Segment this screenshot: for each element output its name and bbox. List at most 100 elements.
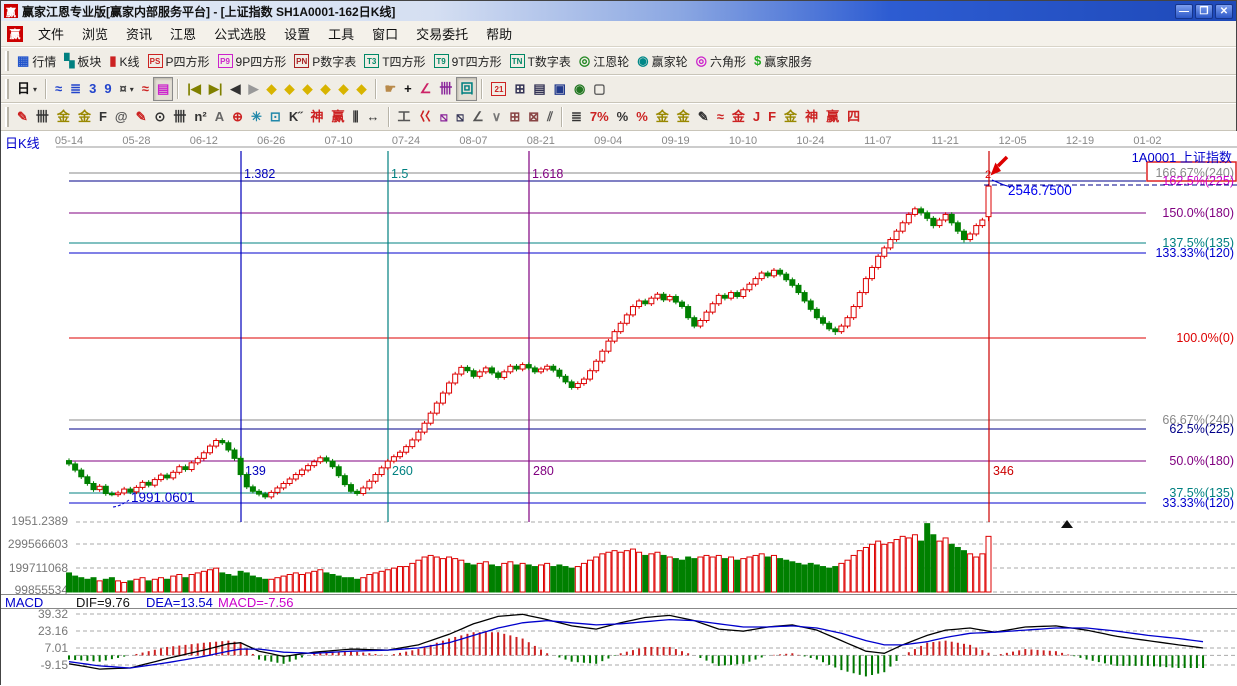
red-pen2-icon[interactable]: ✎ xyxy=(132,105,151,129)
angle-lines-icon[interactable]: ∠ xyxy=(468,105,488,129)
t9-square-button[interactable]: T99T四方形 xyxy=(430,49,506,73)
quotes-button[interactable]: ▦行情 xyxy=(13,49,60,73)
memo-icon[interactable]: ▤ xyxy=(529,77,549,101)
workstation-icon[interactable]: ▢ xyxy=(589,77,609,101)
minimize-button[interactable]: — xyxy=(1175,4,1193,19)
indicator-cycle-selector[interactable]: ¤▾ xyxy=(116,77,138,101)
toolbar-grip[interactable] xyxy=(5,51,9,71)
k-marks-icon[interactable]: K˝ xyxy=(285,105,307,129)
si-angle-icon[interactable]: 四 xyxy=(843,105,864,129)
kline-period-selector[interactable]: 日▾ xyxy=(13,77,41,101)
red-target-icon[interactable]: ⊕ xyxy=(228,105,247,129)
menu-item-6[interactable]: 工具 xyxy=(319,21,363,46)
menu-item-2[interactable]: 资讯 xyxy=(117,21,161,46)
save-icon[interactable]: ▣ xyxy=(550,77,570,101)
dark-fan-box-icon[interactable]: ⧅ xyxy=(452,105,468,129)
menu-item-8[interactable]: 交易委托 xyxy=(407,21,477,46)
menu-item-9[interactable]: 帮助 xyxy=(477,21,521,46)
chart-area[interactable]: 05-1405-2806-1206-2607-1007-2408-0708-21… xyxy=(1,131,1237,686)
gann-box-icon[interactable]: 工 xyxy=(394,105,415,129)
wave-v-icon[interactable]: ∨ xyxy=(488,105,506,129)
nine-charts-icon[interactable]: 9 xyxy=(100,77,115,101)
percent-icon[interactable]: % xyxy=(613,105,633,129)
shift-right-diamond-icon[interactable]: ◆ xyxy=(281,77,299,101)
first-page-icon[interactable]: |◀ xyxy=(183,77,205,101)
clock-cycle-icon[interactable]: ⊙ xyxy=(151,105,170,129)
toolbar-grip[interactable] xyxy=(5,107,9,127)
red-wave2-icon[interactable]: ≈ xyxy=(713,105,728,129)
calculator-icon[interactable]: ⊞ xyxy=(510,77,529,101)
gold-red-box-icon[interactable]: 金 xyxy=(728,105,749,129)
n-squared-icon[interactable]: n² xyxy=(190,105,210,129)
info-panel-icon[interactable]: ≣ xyxy=(66,77,85,101)
box-target-icon[interactable]: ⊡ xyxy=(266,105,285,129)
grid-arrow-icon[interactable]: ⊠ xyxy=(524,105,543,129)
next-bar-icon[interactable]: ▶ xyxy=(245,77,263,101)
smart-tool-icon[interactable]: 回 xyxy=(456,77,477,101)
kline-button[interactable]: ▮K线 xyxy=(105,49,143,73)
f-angle-icon[interactable]: F xyxy=(764,105,780,129)
winner-service-button[interactable]: $赢家服务 xyxy=(750,49,816,73)
compress-diamond-icon[interactable]: ◆ xyxy=(317,77,335,101)
p9-square-button[interactable]: P99P四方形 xyxy=(214,49,291,73)
t-number-table-button[interactable]: TNT数字表 xyxy=(506,49,575,73)
percent-lines-icon[interactable]: % xyxy=(632,105,652,129)
fold-angle-icon[interactable]: A xyxy=(211,105,228,129)
net-sync-icon[interactable]: ◉ xyxy=(570,77,589,101)
fence-icon[interactable]: 卌 xyxy=(32,105,53,129)
purple-fan-box-icon[interactable]: ⧅ xyxy=(436,105,452,129)
toolbar-grip[interactable] xyxy=(5,79,9,99)
red-fan-icon[interactable]: 巜 xyxy=(415,105,436,129)
menu-item-5[interactable]: 设置 xyxy=(275,21,319,46)
menu-item-7[interactable]: 窗口 xyxy=(363,21,407,46)
menu-item-3[interactable]: 江恩 xyxy=(161,21,205,46)
hexagon-button[interactable]: ◎六角形 xyxy=(692,49,750,73)
shen-angle-icon[interactable]: 神 xyxy=(801,105,822,129)
p-square-button[interactable]: PSP四方形 xyxy=(144,49,214,73)
ruler-123-icon[interactable]: ⫼ xyxy=(349,105,363,129)
color-histogram-icon[interactable]: ▤ xyxy=(153,77,173,101)
p-number-table-button[interactable]: PNP数字表 xyxy=(290,49,360,73)
width-arrow-icon[interactable]: ↔ xyxy=(363,105,384,129)
bars-scale-icon[interactable]: ≣ xyxy=(567,105,586,129)
angle-measure-icon[interactable]: ∠ xyxy=(416,77,436,101)
draw-pen-icon[interactable]: ✎ xyxy=(13,105,32,129)
maximize-button[interactable]: ❐ xyxy=(1195,4,1213,19)
f-fence-icon[interactable]: F xyxy=(95,105,111,129)
red-wave-icon[interactable]: ≈ xyxy=(138,77,153,101)
seven-percent-icon[interactable]: 7% xyxy=(586,105,613,129)
sectors-button[interactable]: ▚板块 xyxy=(60,49,105,73)
black-pen-icon[interactable]: ✎ xyxy=(694,105,713,129)
shift-left-diamond-icon[interactable]: ◆ xyxy=(263,77,281,101)
close-button[interactable]: ✕ xyxy=(1215,4,1233,19)
drag-hand-icon[interactable]: ☛ xyxy=(381,77,401,101)
expand-all-diamond-icon[interactable]: ◆ xyxy=(353,77,371,101)
star-target-icon[interactable]: ✳ xyxy=(247,105,266,129)
t-square-button[interactable]: T3T四方形 xyxy=(360,49,429,73)
crosshair-icon[interactable]: + xyxy=(400,77,416,101)
gold-angle-icon[interactable]: 金 xyxy=(780,105,801,129)
ying-fence-icon[interactable]: 赢 xyxy=(328,105,349,129)
expand-horizontal-diamond-icon[interactable]: ◆ xyxy=(299,77,317,101)
region-zoom-icon[interactable]: ≈ xyxy=(51,77,66,101)
expand-vertical-diamond-icon[interactable]: ◆ xyxy=(335,77,353,101)
gold-fence2-icon[interactable]: 金 xyxy=(74,105,95,129)
gold-fence-icon[interactable]: 金 xyxy=(53,105,74,129)
ying-angle-icon[interactable]: 赢 xyxy=(822,105,843,129)
calendar-icon[interactable]: 21 xyxy=(487,77,510,101)
fence3-icon[interactable]: 卌 xyxy=(169,105,190,129)
j-angle-icon[interactable]: J xyxy=(749,105,764,129)
shen-fence-icon[interactable]: 神 xyxy=(307,105,328,129)
prev-bar-icon[interactable]: ◀ xyxy=(227,77,245,101)
three-charts-icon[interactable]: 3 xyxy=(85,77,100,101)
winner-wheel-button[interactable]: ◉赢家轮 xyxy=(633,49,691,73)
menu-item-4[interactable]: 公式选股 xyxy=(205,21,275,46)
gold-circle-icon[interactable]: 金 xyxy=(652,105,673,129)
menu-item-1[interactable]: 浏览 xyxy=(73,21,117,46)
menu-item-0[interactable]: 文件 xyxy=(29,21,73,46)
marker-triangle-icon[interactable] xyxy=(1061,520,1073,528)
last-page-icon[interactable]: ▶| xyxy=(205,77,227,101)
gann-wheel-button[interactable]: ◎江恩轮 xyxy=(575,49,633,73)
gann-grid-tool-icon[interactable]: 卌 xyxy=(435,77,456,101)
gold-lines-icon[interactable]: 金 xyxy=(673,105,694,129)
